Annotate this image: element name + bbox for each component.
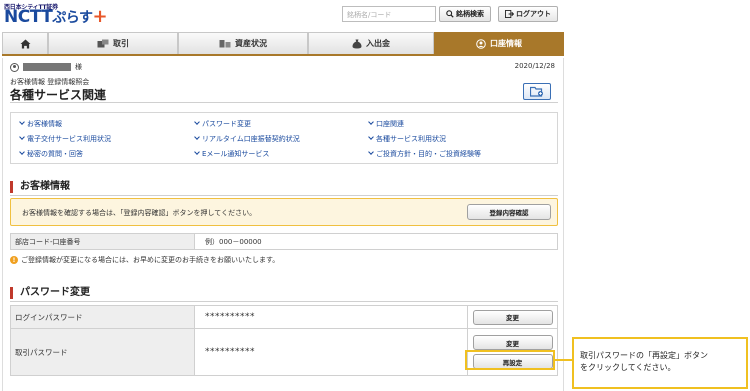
nav-account-label: 口座情報 [490,39,522,48]
global-nav: 取引 資産状況 入出金 口座情報 [2,32,564,56]
logout-button[interactable]: ログアウト [498,6,558,22]
nav-trade[interactable]: 取引 [48,32,178,54]
page-title: 各種サービス関連 [10,88,107,102]
link-label: 口座関連 [376,120,404,128]
logo-plus: + [92,6,108,27]
folder-icon [530,86,543,97]
trade-password-change-button[interactable]: 変更 [472,335,553,350]
nav-account-info[interactable]: 口座情報 [434,32,564,54]
link-label: 電子交付サービス利用状況 [27,135,111,143]
logout-button-label: ログアウト [516,10,551,18]
link-customer-info[interactable]: お客様情報 [19,119,62,129]
callout-connector [555,359,572,361]
link-investment-policy[interactable]: ご投資方針・目的・ご投資経験等 [368,149,481,159]
link-label: ご投資方針・目的・ご投資経験等 [376,150,481,158]
nav-trade-label: 取引 [113,39,129,48]
login-password-label: ログインパスワード [11,306,195,328]
stock-search-button[interactable]: 銘柄検索 [439,6,491,22]
masked-user-name [23,63,71,71]
link-label: 各種サービス利用状況 [376,135,446,143]
link-label: リアルタイム口座振替契約状況 [202,135,300,143]
link-label: お客様情報 [27,120,62,128]
user-icon [10,62,19,72]
callout-line-2: をクリックしてください。 [580,363,676,372]
logo-kana: ぷらす [52,10,93,26]
user-suffix: 様 [75,63,82,71]
current-date: 2020/12/28 [514,62,555,70]
link-label: パスワード変更 [202,120,251,128]
logo[interactable]: NCTTぷらす+ [4,6,108,27]
asset-icon [219,40,231,48]
account-number-value: 例）000－00000 [205,237,262,246]
trade-password-label: 取引パスワード [11,329,195,375]
search-button-label: 銘柄検索 [456,10,484,18]
home-icon [20,38,30,49]
search-icon [446,10,454,18]
link-realtime-transfer-status[interactable]: リアルタイム口座振替契約状況 [194,134,300,144]
section-divider [10,301,558,302]
chevron-down-icon [19,149,25,155]
trade-icon [97,39,109,48]
account-number-header: 部店コード-口座番号 [11,234,195,249]
user-greeting: 様 [10,62,82,72]
section-divider [10,195,558,196]
instruction-callout: 取引パスワードの「再設定」ボタン をクリックしてください。 [572,337,748,389]
stock-search-input[interactable]: 銘柄名/コード [342,6,436,22]
link-password-change[interactable]: パスワード変更 [194,119,251,129]
main-panel: 様 2020/12/28 お客様情報 登録情報照会 各種サービス関連 お客様情報… [2,58,564,391]
confirm-registration-button[interactable]: 登録内容確認 [467,204,551,220]
login-password-row: ログインパスワード ********** 変更 [11,306,557,329]
warning-text: ご登録情報が変更になる場合には、お早めに変更のお手続きをお願いいたします。 [21,256,280,264]
chevron-down-icon [368,149,374,155]
logo-text: NCTT [4,7,53,27]
chevron-down-icon [368,119,374,125]
link-label: 秘密の質問・回答 [27,150,83,158]
service-links: お客様情報 パスワード変更 口座関連 電子交付サービス利用状況 リアルタイム口座… [10,112,558,164]
account-icon [476,38,486,49]
customer-info-heading: お客様情報 [10,181,70,193]
link-e-delivery-status[interactable]: 電子交付サービス利用状況 [19,134,111,144]
customer-info-notice: お客様情報を確認する場合は、「登録内容確認」ボタンを押してください。 登録内容確… [10,198,558,226]
chevron-down-icon [368,134,374,140]
chevron-down-icon [19,134,25,140]
nav-assets[interactable]: 資産状況 [178,32,308,54]
login-password-value: ********** [205,312,255,322]
trade-password-value: ********** [205,347,255,357]
nav-assets-label: 資産状況 [235,39,267,48]
link-secret-question[interactable]: 秘密の質問・回答 [19,149,83,159]
chevron-down-icon [194,134,200,140]
nav-home[interactable] [2,32,48,54]
chevron-down-icon [19,119,25,125]
notice-text: お客様情報を確認する場合は、「登録内容確認」ボタンを押してください。 [22,209,257,217]
link-account-related[interactable]: 口座関連 [368,119,404,129]
reset-button-highlight [465,350,555,370]
link-email-notification[interactable]: Eメール通知サービス [194,149,270,159]
nav-deposit-withdraw[interactable]: 入出金 [308,32,434,54]
title-divider [10,102,558,103]
site-header: 西日本シティTT証券 NCTTぷらす+ 銘柄名/コード 銘柄検索 ログアウト [0,0,565,30]
chevron-down-icon [194,119,200,125]
login-password-actions: 変更 [467,306,557,328]
warning-icon: ! [10,256,18,264]
money-bag-icon [352,39,362,48]
password-change-heading: パスワード変更 [10,287,90,299]
link-label: Eメール通知サービス [202,150,270,158]
nav-deposit-label: 入出金 [366,39,390,48]
chevron-down-icon [194,149,200,155]
callout-line-1: 取引パスワードの「再設定」ボタン [580,351,708,360]
account-number-table: 部店コード-口座番号 例）000－00000 [10,233,558,250]
link-service-usage-status[interactable]: 各種サービス利用状況 [368,134,446,144]
logout-icon [505,10,514,18]
folder-button[interactable] [523,83,551,100]
change-warning: ! ご登録情報が変更になる場合には、お早めに変更のお手続きをお願いいたします。 [10,255,279,265]
login-password-change-button[interactable]: 変更 [472,309,553,325]
